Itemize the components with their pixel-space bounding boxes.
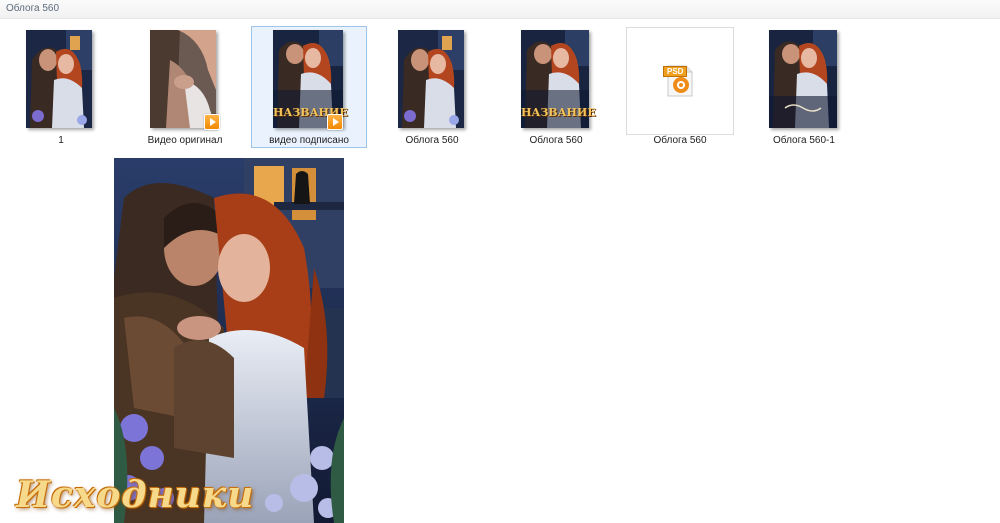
image-preview: [114, 158, 344, 523]
window-title-bar: Облога 560: [0, 0, 1000, 19]
file-item-4[interactable]: Облога 560: [388, 26, 476, 148]
file-item-1[interactable]: 1: [18, 26, 104, 148]
file-thumbnail: [769, 30, 837, 128]
psd-badge: PSD: [663, 66, 688, 77]
file-thumbnail: [26, 30, 92, 128]
file-label: Облога 560: [653, 135, 707, 146]
video-play-icon: [204, 114, 220, 130]
window-title: Облога 560: [6, 3, 60, 14]
file-label: видео подписано: [269, 135, 349, 146]
video-play-icon: [327, 114, 343, 130]
file-item-2[interactable]: Видео оригинал: [140, 26, 230, 148]
file-item-6[interactable]: PSD Облога 560: [626, 26, 734, 148]
file-label: Облога 560: [529, 135, 583, 146]
file-thumbnail: [398, 30, 464, 128]
file-item-5[interactable]: НАЗВАНИЕ Облога 560: [512, 26, 600, 148]
cover-title-overlay: НАЗВАНИЕ: [521, 106, 596, 119]
file-item-3[interactable]: НАЗВАНИЕ видео подписано: [251, 26, 367, 148]
file-label: Видео оригинал: [147, 135, 223, 146]
file-item-7[interactable]: Облога 560-1: [760, 26, 848, 148]
file-label: Облога 560: [405, 135, 459, 146]
watermark-logo: Исходники: [16, 474, 255, 516]
file-label: 1: [58, 135, 64, 146]
file-label: Облога 560-1: [773, 135, 835, 146]
